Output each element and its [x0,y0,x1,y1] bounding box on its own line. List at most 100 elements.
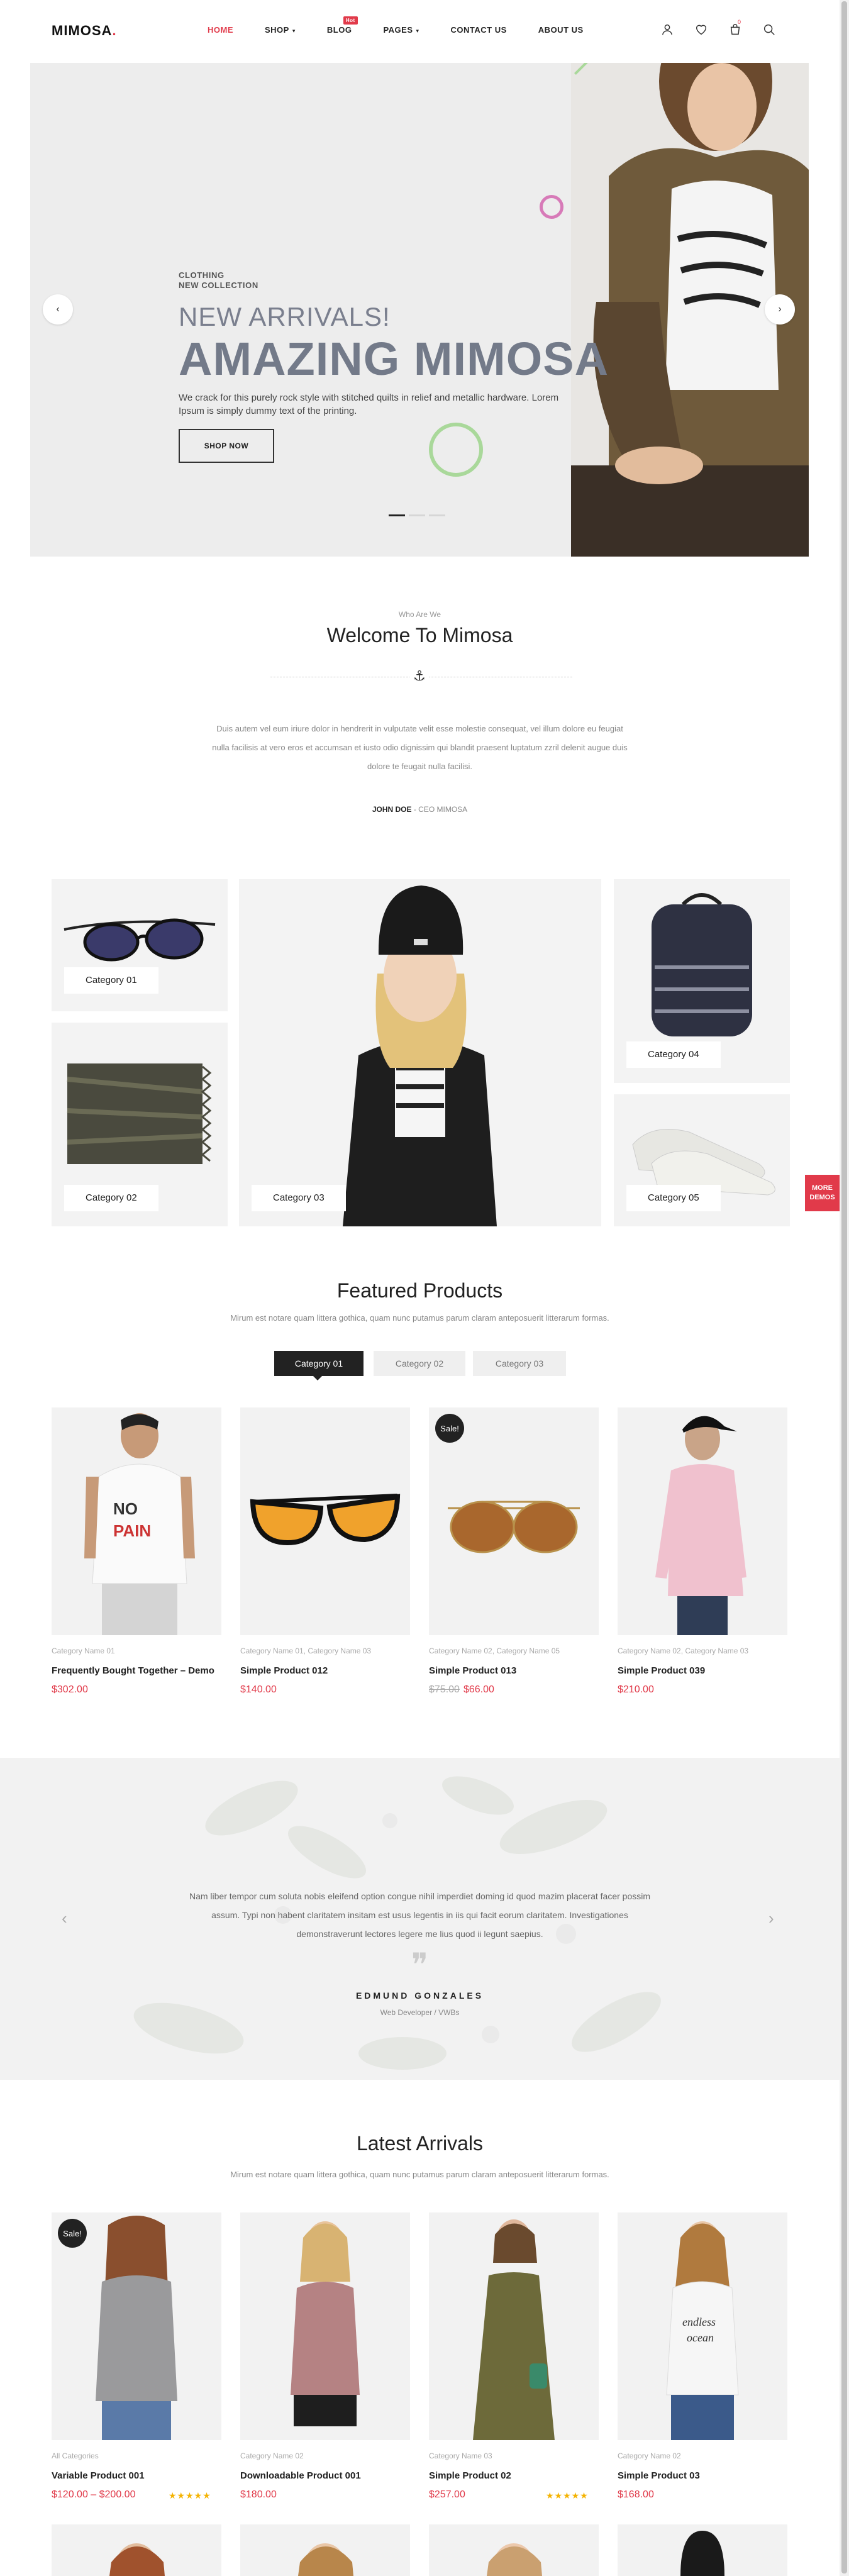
tab-category-03[interactable]: Category 03 [473,1351,566,1376]
testimonial-author: EDMUND GONZALES [355,1990,484,2001]
product-name[interactable]: Downloadable Product 001 [240,2470,361,2481]
product-image[interactable] [618,2524,787,2576]
product-image[interactable] [52,2524,221,2576]
testimonial-section: ‹ › Nam liber tempor cum soluta nobis el… [0,1758,840,2080]
user-icon[interactable] [660,23,674,36]
pink-tank-model-image [291,2221,360,2426]
pink-sweater-model-image [655,1416,746,1635]
svg-text:NO: NO [113,1499,138,1518]
product-price: $140.00 [240,1684,277,1695]
ceo-signature: JOHN DOE - CEO MIMOSA [372,805,468,814]
product-image[interactable] [429,2524,599,2576]
product-price: $257.00 [429,2489,465,2500]
model-image [680,2531,724,2576]
welcome-eyebrow: Who Are We [398,610,441,619]
anchor-icon: ⚓ [410,667,429,686]
slider-dot[interactable] [429,514,445,516]
category-label: Category 05 [626,1185,721,1211]
nav-contact-us[interactable]: CONTACT US [451,25,507,35]
product-image[interactable]: NO PAIN [52,1407,221,1635]
product-categories[interactable]: Category Name 02 [618,2451,681,2460]
hero-next-arrow[interactable]: › [765,294,795,325]
nav-about-us[interactable]: ABOUT US [538,25,584,35]
svg-text:endless: endless [682,2316,716,2328]
product-name[interactable]: Simple Product 012 [240,1665,328,1676]
decor-circle-green [429,423,483,477]
tab-category-02[interactable]: Category 02 [374,1351,465,1376]
product-name[interactable]: Frequently Bought Together – Demo [52,1665,214,1676]
chevron-down-icon: ▾ [292,28,296,34]
model-image [109,2543,165,2576]
scrollbar-thumb[interactable] [841,1,847,2573]
welcome-text: Duis autem vel eum iriure dolor in hendr… [212,724,628,771]
site-logo[interactable]: MIMOSA. [52,23,117,39]
product-image[interactable] [618,1407,787,1635]
hero-prev-arrow[interactable]: ‹ [43,294,73,325]
product-price: $75.00 $66.00 [429,1684,494,1695]
slider-dot[interactable] [409,514,425,516]
sale-badge: Sale! [435,1414,464,1443]
old-price: $75.00 [429,1684,460,1695]
nav-home[interactable]: HOME [208,25,233,35]
product-image[interactable] [240,2524,410,2576]
product-categories[interactable]: Category Name 02, Category Name 03 [618,1646,748,1655]
product-image[interactable] [240,1407,410,1635]
page-scrollbar[interactable] [840,0,849,2576]
product-image[interactable]: Sale! [429,1407,599,1635]
product-categories[interactable]: Category Name 01 [52,1646,115,1655]
hero-slider: ‹ › CLOTHING NEW COLLECTION NEW ARRIVALS!… [30,63,809,557]
product-categories[interactable]: Category Name 02, Category Name 05 [429,1646,560,1655]
slider-pagination [389,514,445,516]
testimonial-text: Nam liber tempor cum soluta nobis eleife… [189,1891,651,1939]
nav-shop[interactable]: SHOP ▾ [265,25,296,35]
search-icon[interactable] [762,23,776,36]
chevron-right-icon: › [778,304,782,314]
product-categories[interactable]: All Categories [52,2451,99,2460]
product-categories[interactable]: Category Name 01, Category Name 03 [240,1646,371,1655]
category-card-04[interactable]: Category 04 [614,879,790,1083]
product-name[interactable]: Simple Product 03 [618,2470,700,2481]
nav-blog[interactable]: BLOG Hot [327,16,358,35]
product-name[interactable]: Simple Product 02 [429,2470,511,2481]
product-name[interactable]: Variable Product 001 [52,2470,145,2481]
category-label: Category 03 [252,1185,346,1211]
testimonial-next-arrow[interactable]: › [769,1909,774,1928]
category-card-05[interactable]: Category 05 [614,1094,790,1226]
hero-heading: NEW ARRIVALS! [179,302,391,331]
product-image[interactable]: endless ocean [618,2212,787,2440]
cart-icon[interactable]: 0 [728,19,742,36]
product-image[interactable]: Sale! [52,2212,221,2440]
product-categories[interactable]: Category Name 02 [240,2451,304,2460]
category-card-02[interactable]: Category 02 [52,1023,228,1226]
active-tab-indicator [313,1376,322,1380]
sunglasses-product-image [250,1494,401,1546]
rating-stars: ★★★★★ [546,2490,589,2501]
beanie-model-image [343,886,497,1226]
white-tank-model-image: endless ocean [666,2221,739,2440]
shop-now-button[interactable]: SHOP NOW [179,429,274,463]
model-image [487,2543,542,2576]
category-label: Category 02 [64,1185,158,1211]
slider-dot[interactable] [389,514,405,516]
featured-title: Featured Products [336,1279,503,1302]
testimonial-prev-arrow[interactable]: ‹ [62,1909,67,1928]
hot-badge: Hot [343,16,358,25]
decor-circle-pink [540,195,563,219]
product-name[interactable]: Simple Product 039 [618,1665,705,1676]
product-name[interactable]: Simple Product 013 [429,1665,516,1676]
product-image[interactable] [240,2212,410,2440]
product-price: $180.00 [240,2489,277,2500]
product-price: $302.00 [52,1684,88,1695]
product-image[interactable] [429,2212,599,2440]
hero-title: AMAZING MIMOSA [179,333,609,385]
nav-pages[interactable]: PAGES ▾ [383,25,419,35]
tab-category-01[interactable]: Category 01 [274,1351,363,1376]
more-demos-button[interactable]: MORE DEMOS [805,1175,840,1211]
heart-icon[interactable] [694,23,708,36]
product-categories[interactable]: Category Name 03 [429,2451,492,2460]
tank-top-model-image: NO PAIN [84,1413,195,1635]
category-card-01[interactable]: Category 01 [52,879,228,1011]
svg-text:PAIN: PAIN [113,1521,151,1540]
product-price: $168.00 [618,2489,654,2500]
category-card-03[interactable]: Category 03 [239,879,601,1226]
